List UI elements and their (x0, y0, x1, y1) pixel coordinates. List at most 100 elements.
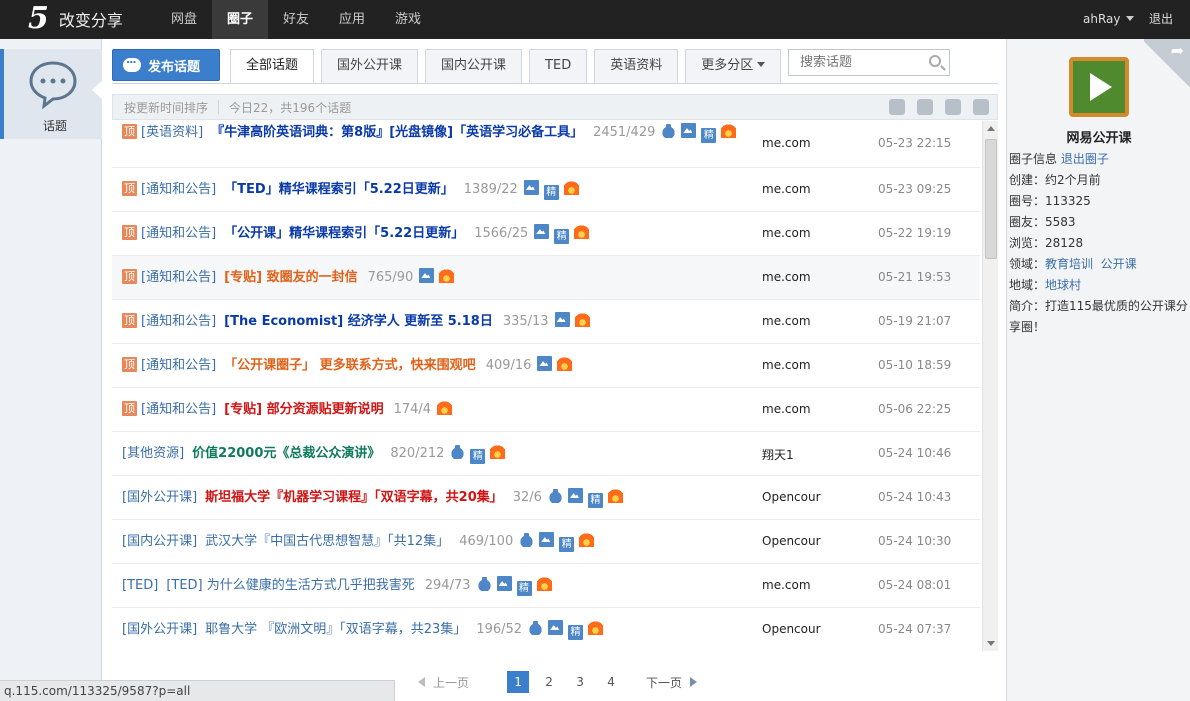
topic-title-link[interactable]: 『牛津高阶英语词典：第8版』[光盘镜像]「英语学习必备工具」 (211, 125, 583, 140)
topic-row[interactable]: [其他资源] 价值22000元《总裁公众演讲》 820/212 精 翔天1 05-24 1… (112, 432, 980, 476)
topic-category-link[interactable]: [通知和公告] (141, 358, 216, 373)
topic-row[interactable]: [国外公开课] 斯坦福大学『机器学习课程』「双语字幕，共20集」 32/6 精 Open… (112, 476, 980, 520)
topic-author[interactable]: 翔天1 (762, 446, 794, 463)
region-link[interactable]: 地球村 (1045, 278, 1081, 292)
topic-author[interactable]: me.com (762, 578, 811, 592)
field-link-education[interactable]: 教育培训 (1045, 257, 1093, 271)
post-topic-button[interactable]: 发布话题 (112, 49, 220, 81)
topic-author[interactable]: me.com (762, 314, 811, 328)
topic-row[interactable]: 顶 [通知和公告] [专贴] 部分资源贴更新说明 174/4 me.com 05-06 2… (112, 388, 980, 432)
topic-title-cell: 顶 [通知和公告] [专贴] 致圈友的一封信 765/90 (122, 267, 754, 289)
topic-author[interactable]: me.com (762, 402, 811, 416)
page-1[interactable]: 1 (507, 671, 530, 693)
nav-circles[interactable]: 圈子 (212, 0, 268, 39)
topic-category-link[interactable]: [通知和公告] (141, 226, 216, 241)
page-4[interactable]: 4 (600, 671, 622, 693)
prev-page[interactable]: 上一页 (418, 674, 469, 691)
topic-title-link[interactable]: 斯坦福大学『机器学习课程』「双语字幕，共20集」 (205, 490, 503, 505)
pinned-badge: 顶 (122, 181, 137, 196)
search-icon[interactable] (929, 55, 941, 67)
tab-ted[interactable]: TED (529, 49, 588, 83)
topic-title-link[interactable]: 耶鲁大学 『欧洲文明』「双语字幕，共23集」 (205, 622, 466, 637)
page-2[interactable]: 2 (538, 671, 560, 693)
scroll-down-icon[interactable] (987, 641, 995, 646)
search-input[interactable] (789, 50, 917, 75)
featured-filter-icon[interactable] (945, 99, 961, 115)
topic-category-link[interactable]: [国外公开课] (122, 490, 197, 505)
scroll-up-icon[interactable] (987, 126, 995, 131)
field-link-opencourse[interactable]: 公开课 (1101, 257, 1137, 271)
topic-row[interactable]: 顶 [通知和公告] [The Economist] 经济学人 更新至 5.18日 33… (112, 300, 980, 344)
resource-bag-icon (476, 576, 492, 591)
attachment-filter-icon[interactable] (917, 99, 933, 115)
topic-title-link[interactable]: [The Economist] 经济学人 更新至 5.18日 (224, 314, 493, 329)
topic-author[interactable]: Opencour (762, 490, 821, 504)
scrollbar[interactable] (982, 121, 998, 651)
topic-category-link[interactable]: [其他资源] (122, 446, 184, 461)
topic-author[interactable]: me.com (762, 182, 811, 196)
nav-netdisk[interactable]: 网盘 (156, 0, 212, 39)
topic-title-link[interactable]: 价值22000元《总裁公众演讲》 (192, 446, 380, 461)
topic-category-link[interactable]: [TED] (122, 578, 158, 593)
group-name: 网易公开课 (1066, 131, 1132, 146)
topic-title-link[interactable]: [专贴] 部分资源贴更新说明 (224, 402, 383, 417)
hot-icon (557, 356, 573, 371)
topic-title-link[interactable]: 「公开课」精华课程索引「5.22日更新」 (224, 226, 464, 241)
topic-title-link[interactable]: 武汉大学『中国古代思想智慧』「共12集」 (205, 534, 449, 549)
topic-row[interactable]: [TED] [TED] 为什么健康的生活方式几乎把我害死 294/73 精 me.com… (112, 564, 980, 608)
share-icon[interactable] (1144, 39, 1190, 89)
region-label: 地域： (1009, 278, 1046, 292)
topic-category-link[interactable]: [通知和公告] (141, 182, 216, 197)
resource-bag-icon (450, 444, 466, 459)
topic-author[interactable]: Opencour (762, 622, 821, 636)
featured-icon: 精 (470, 449, 486, 464)
left-sidebar: 话题 (0, 39, 102, 701)
topic-row[interactable]: 顶 [英语资料] 『牛津高阶英语词典：第8版』[光盘镜像]「英语学习必备工具」 245… (112, 121, 980, 168)
quit-group-link[interactable]: 退出圈子 (1061, 152, 1109, 166)
topic-row[interactable]: [国外公开课] 耶鲁大学 『欧洲文明』「双语字幕，共23集」 196/52 精 Open… (112, 608, 980, 651)
hot-filter-icon[interactable] (973, 99, 989, 115)
page-3[interactable]: 3 (569, 671, 591, 693)
topic-category-link[interactable]: [国外公开课] (122, 622, 197, 637)
topic-title-link[interactable]: [专贴] 致圈友的一封信 (224, 270, 357, 285)
topic-category-link[interactable]: [英语资料] (141, 125, 203, 140)
topic-title-link[interactable]: 「公开课圈子」 更多联系方式，快来围观吧 (224, 358, 476, 373)
comment-filter-icon[interactable] (889, 99, 905, 115)
nav-friends[interactable]: 好友 (268, 0, 324, 39)
topic-title-link[interactable]: [TED] 为什么健康的生活方式几乎把我害死 (166, 578, 414, 593)
topic-author[interactable]: me.com (762, 226, 811, 240)
topic-row[interactable]: 顶 [通知和公告] 「公开课圈子」 更多联系方式，快来围观吧 409/16 me.com… (112, 344, 980, 388)
topic-row[interactable]: 顶 [通知和公告] [专贴] 致圈友的一封信 765/90 me.com 05-21 19… (112, 256, 980, 300)
topic-category-link[interactable]: [通知和公告] (141, 270, 216, 285)
topic-date: 05-24 10:30 (878, 534, 952, 548)
user-menu[interactable]: ahRay (1083, 0, 1134, 39)
post-topic-label: 发布话题 (148, 59, 201, 75)
app-logo[interactable]: 5 改变分享 (28, 2, 123, 36)
scroll-thumb[interactable] (985, 139, 997, 259)
topic-title-link[interactable]: 「TED」精华课程索引「5.22日更新」 (224, 182, 454, 197)
group-avatar[interactable] (1069, 57, 1129, 117)
tab-domestic-courses[interactable]: 国内公开课 (425, 49, 523, 83)
tab-all-topics[interactable]: 全部话题 (230, 49, 315, 84)
logout-link[interactable]: 退出 (1149, 0, 1173, 39)
topic-category-link[interactable]: [国内公开课] (122, 534, 197, 549)
topic-row[interactable]: [国内公开课] 武汉大学『中国古代思想智慧』「共12集」 469/100 精 Openc… (112, 520, 980, 564)
topic-category-link[interactable]: [通知和公告] (141, 402, 216, 417)
group-intro: 简介：打造115最优质的公开课分享圈！ (1009, 299, 1188, 334)
next-page[interactable]: 下一页 (646, 674, 698, 691)
topic-category-link[interactable]: [通知和公告] (141, 314, 216, 329)
nav-apps[interactable]: 应用 (324, 0, 380, 39)
topic-author[interactable]: me.com (762, 136, 811, 150)
nav-games[interactable]: 游戏 (380, 0, 436, 39)
topic-author[interactable]: me.com (762, 270, 811, 284)
sidebar-item-topics[interactable]: 话题 (0, 49, 102, 139)
topic-author[interactable]: Opencour (762, 534, 821, 548)
tab-more-sections[interactable]: 更多分区 (685, 49, 782, 83)
topic-row[interactable]: 顶 [通知和公告] 「TED」精华课程索引「5.22日更新」 1389/22 精 me.c… (112, 168, 980, 212)
sort-by-update[interactable]: 按更新时间排序 (113, 99, 208, 116)
topic-author[interactable]: me.com (762, 358, 811, 372)
topic-date: 05-21 19:53 (878, 270, 952, 284)
tab-foreign-courses[interactable]: 国外公开课 (321, 49, 419, 83)
topic-row[interactable]: 顶 [通知和公告] 「公开课」精华课程索引「5.22日更新」 1566/25 精 me.c… (112, 212, 980, 256)
tab-english-material[interactable]: 英语资料 (594, 49, 679, 83)
